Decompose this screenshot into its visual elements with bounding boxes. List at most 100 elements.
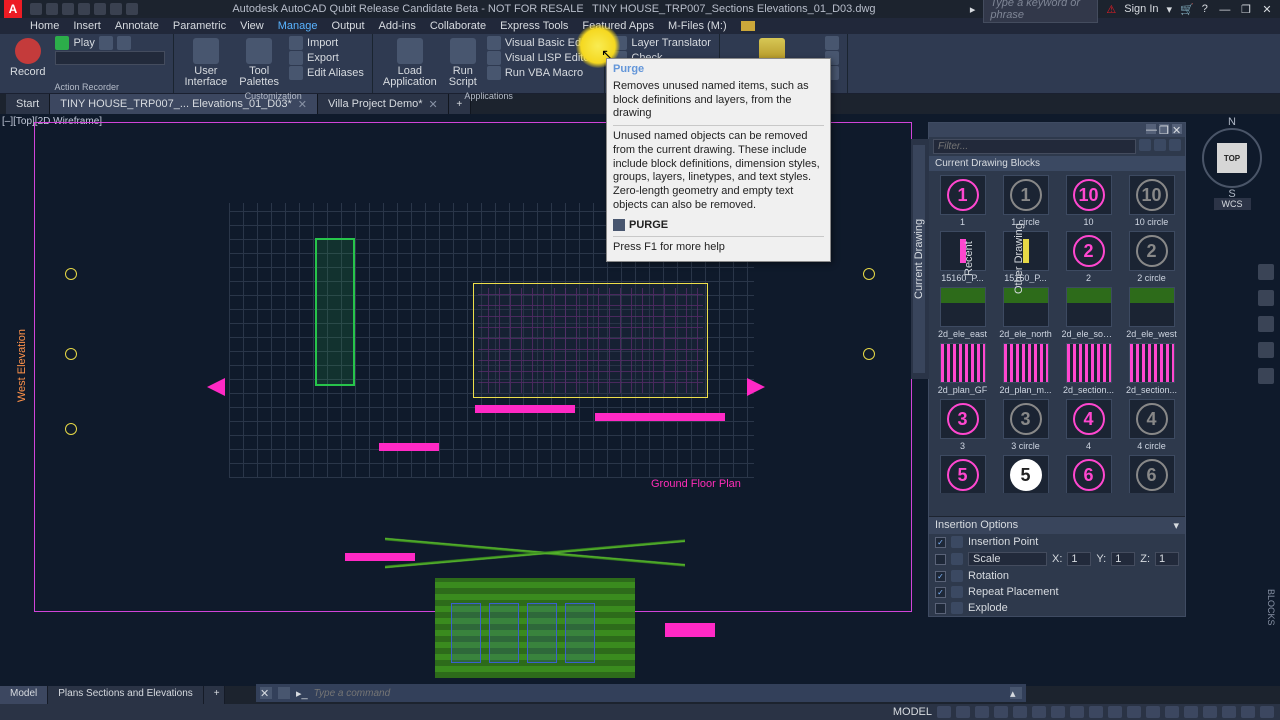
scale-x-input[interactable]: 1 — [1067, 552, 1091, 566]
status-workspace-icon[interactable] — [1165, 706, 1179, 718]
scale-z-input[interactable]: 1 — [1155, 552, 1179, 566]
cmdline-handle-icon[interactable] — [278, 687, 290, 699]
app-store-icon[interactable]: ▾ — [1167, 3, 1173, 16]
status-grid-icon[interactable] — [937, 706, 951, 718]
block-thumb[interactable]: 15160_P... — [996, 231, 1055, 283]
palette-max-icon[interactable]: ❐ — [1159, 124, 1169, 134]
palette-min-icon[interactable]: — — [1146, 124, 1156, 134]
qat-undo-icon[interactable] — [110, 3, 122, 15]
nav-wheel-icon[interactable] — [1258, 264, 1274, 280]
status-isolate-icon[interactable] — [1203, 706, 1217, 718]
block-thumb[interactable]: 2d_ele_north — [996, 287, 1055, 339]
check-insertion-point[interactable]: ✓ — [935, 537, 946, 548]
tab-view[interactable]: View — [240, 20, 264, 32]
block-thumb[interactable]: 1010 circle — [1122, 175, 1181, 227]
layout-add-button[interactable]: + — [204, 686, 225, 704]
account-icon[interactable]: ⚠ — [1106, 3, 1116, 16]
status-snap-icon[interactable] — [956, 706, 970, 718]
window-restore-button[interactable]: ❐ — [1237, 3, 1255, 16]
viewcube-south[interactable]: S — [1228, 188, 1235, 200]
user-interface-button[interactable]: UserInterface — [180, 36, 231, 90]
tab-manage[interactable]: Manage — [278, 20, 318, 32]
tab-extra-icon[interactable] — [741, 21, 755, 31]
status-hardware-icon[interactable] — [1222, 706, 1236, 718]
play-opt2-icon[interactable] — [117, 36, 131, 50]
explode-icon[interactable] — [951, 602, 963, 614]
visual-lisp-editor-button[interactable]: Visual LISP Editor — [485, 51, 599, 65]
qat-redo-icon[interactable] — [126, 3, 138, 15]
block-thumb[interactable]: 44 — [1059, 399, 1118, 451]
tab-express-tools[interactable]: Express Tools — [500, 20, 568, 32]
blocks-palette[interactable]: — ❐ ✕ Current Drawing Recent Other Drawi… — [928, 122, 1186, 617]
status-osnap-icon[interactable] — [1013, 706, 1027, 718]
keyword-search-input[interactable]: Type a keyword or phrase — [983, 0, 1098, 23]
block-thumb[interactable]: 22 circle — [1122, 231, 1181, 283]
tab-insert[interactable]: Insert — [73, 20, 101, 32]
nav-orbit-icon[interactable] — [1258, 342, 1274, 358]
panel-customization[interactable]: Customization — [180, 90, 365, 102]
view-thumb-icon[interactable] — [1169, 139, 1181, 151]
check-repeat[interactable]: ✓ — [935, 587, 946, 598]
app-logo[interactable]: A — [4, 0, 22, 18]
tab-collaborate[interactable]: Collaborate — [430, 20, 486, 32]
status-model-toggle[interactable]: MODEL — [893, 706, 932, 718]
quick-access-toolbar[interactable] — [30, 3, 138, 15]
play-button[interactable]: Play — [53, 36, 167, 50]
cmdline-close-icon[interactable]: ✕ — [260, 687, 272, 699]
block-thumb[interactable]: 2d_section... — [1122, 343, 1181, 395]
view-list-icon[interactable] — [1154, 139, 1166, 151]
block-thumb[interactable]: 11 circle — [996, 175, 1055, 227]
record-button[interactable]: Record — [6, 36, 49, 81]
qat-new-icon[interactable] — [30, 3, 42, 15]
block-thumb[interactable]: 22 — [1059, 231, 1118, 283]
status-customize-icon[interactable] — [1260, 706, 1274, 718]
insertion-options-header[interactable]: Insertion Options — [935, 519, 1018, 532]
run-script-button[interactable]: RunScript — [445, 36, 481, 90]
block-thumb[interactable]: 5 — [996, 455, 1055, 493]
status-3dosnap-icon[interactable] — [1032, 706, 1046, 718]
status-polar-icon[interactable] — [994, 706, 1008, 718]
blocks-rail-label[interactable]: BLOCKS — [1266, 589, 1276, 626]
block-thumb[interactable]: 33 — [933, 399, 992, 451]
status-dyn-icon[interactable] — [1070, 706, 1084, 718]
tab-featured-apps[interactable]: Featured Apps — [582, 20, 654, 32]
layout-model[interactable]: Model — [0, 686, 48, 704]
cart-icon[interactable]: 🛒 — [1180, 3, 1194, 16]
viewcube-north[interactable]: N — [1228, 116, 1236, 128]
block-thumb[interactable]: 6 — [1122, 455, 1181, 493]
status-cycling-icon[interactable] — [1127, 706, 1141, 718]
tab-other-drawing[interactable]: Other Drawing — [1013, 145, 1025, 373]
block-thumb[interactable]: 2d_plan_m... — [996, 343, 1055, 395]
view-cube[interactable]: N TOP S WCS — [1202, 128, 1262, 210]
run-vba-macro-button[interactable]: Run VBA Macro — [485, 66, 599, 80]
panel-applications[interactable]: Applications — [379, 90, 598, 102]
tool-palettes-button[interactable]: ToolPalettes — [235, 36, 283, 90]
tab-annotate[interactable]: Annotate — [115, 20, 159, 32]
pick-point-icon[interactable] — [951, 536, 963, 548]
rotation-icon[interactable] — [951, 570, 963, 582]
scale-y-input[interactable]: 1 — [1111, 552, 1135, 566]
nav-pan-icon[interactable] — [1258, 290, 1274, 306]
qat-open-icon[interactable] — [46, 3, 58, 15]
block-thumb[interactable]: 33 circle — [996, 399, 1055, 451]
status-ortho-icon[interactable] — [975, 706, 989, 718]
check-scale[interactable] — [935, 554, 946, 565]
action-name-input[interactable] — [55, 51, 165, 65]
status-transparency-icon[interactable] — [1108, 706, 1122, 718]
tab-start[interactable]: Start — [6, 94, 50, 114]
qat-save-icon[interactable] — [62, 3, 74, 15]
tab-output[interactable]: Output — [332, 20, 365, 32]
block-thumb[interactable]: 6 — [1059, 455, 1118, 493]
visual-basic-editor-button[interactable]: Visual Basic Editor — [485, 36, 599, 50]
sign-in-link[interactable]: Sign In — [1124, 3, 1158, 15]
block-thumb[interactable]: 44 circle — [1122, 399, 1181, 451]
tab-mfiles[interactable]: M-Files (M:) — [668, 20, 727, 32]
import-button[interactable]: Import — [287, 36, 366, 50]
edit-aliases-button[interactable]: Edit Aliases — [287, 66, 366, 80]
tab-parametric[interactable]: Parametric — [173, 20, 226, 32]
scale-icon[interactable] — [951, 553, 963, 565]
layer-translator-button[interactable]: Layer Translator — [611, 36, 712, 50]
repeat-icon[interactable] — [951, 586, 963, 598]
status-annoscale-icon[interactable] — [1146, 706, 1160, 718]
status-lwt-icon[interactable] — [1089, 706, 1103, 718]
